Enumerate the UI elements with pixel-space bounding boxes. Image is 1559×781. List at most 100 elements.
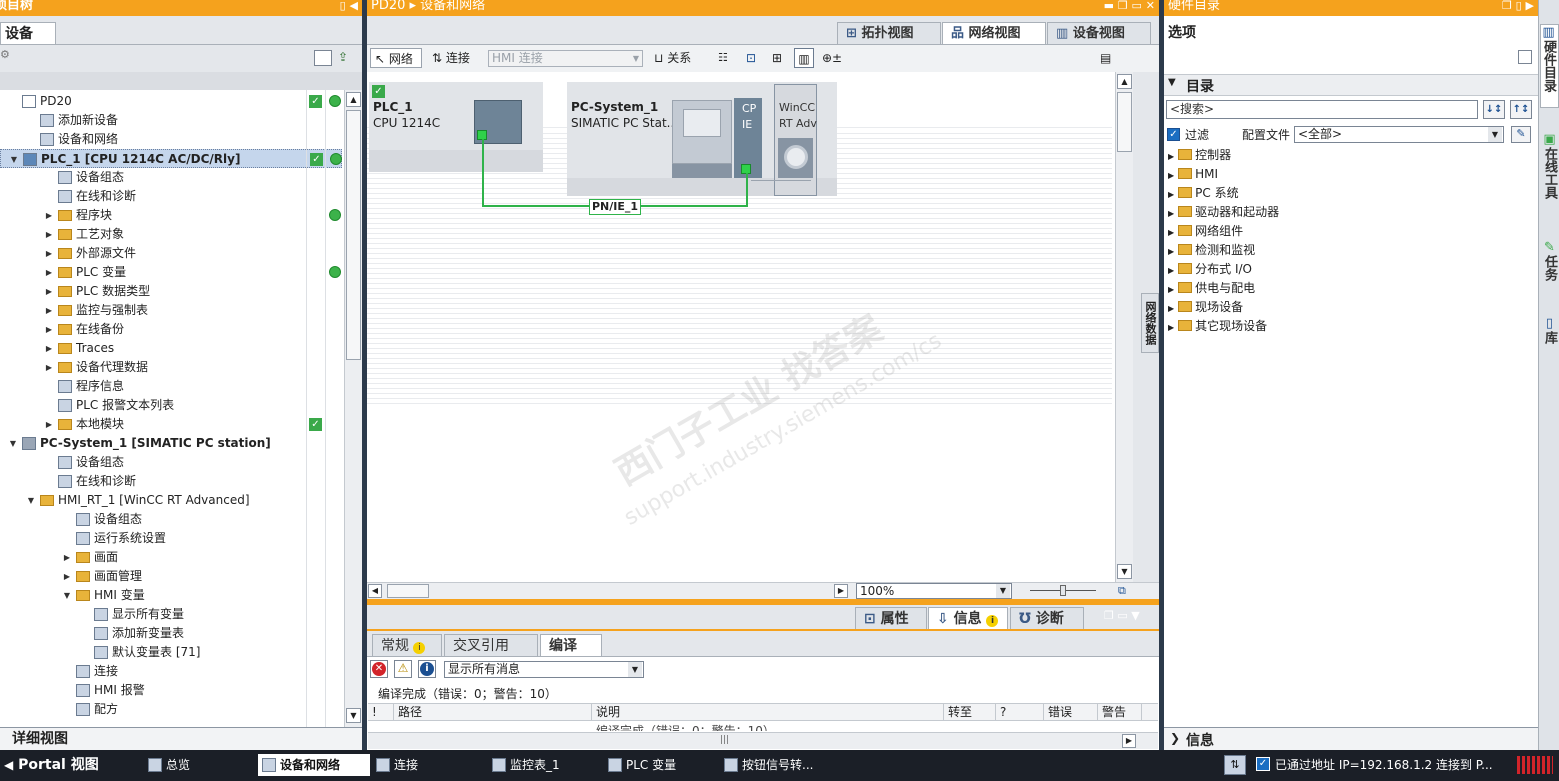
tree-row[interactable]: HMI 报警 [0,681,342,700]
col-path[interactable]: 路径 [394,704,592,721]
expand-arrow-icon[interactable]: ▶ [1168,266,1174,275]
expand-arrow-icon[interactable]: ▶ [44,358,54,377]
expand-arrow-icon[interactable]: ▶ [62,548,72,567]
taskbar-item[interactable]: 连接 [372,754,484,776]
expand-arrow-icon[interactable]: ▶ [1168,190,1174,199]
collapse-arrow-icon[interactable]: ▼ [62,586,72,605]
errors-filter-button[interactable]: ✕ [370,660,388,678]
catalog-item[interactable]: ▶ 检测和监视 [1168,241,1255,260]
taskbar-item[interactable]: PLC 变量 [604,754,716,776]
window-controls-icon[interactable]: ▬ ❐ ▭ ✕ [1104,0,1155,12]
catalog-item[interactable]: ▶ HMI [1168,165,1218,184]
expand-arrow-icon[interactable]: ▶ [44,225,54,244]
expand-arrow-icon[interactable]: ▶ [44,339,54,358]
catalog-section-header[interactable]: ▼ 目录 [1164,74,1538,96]
tree-row[interactable]: ▶ 画面 [0,548,342,567]
network-button[interactable]: ↖ 网络 [370,48,422,68]
tree-row[interactable]: 设备和网络 [0,130,342,149]
expand-arrow-icon[interactable]: ▶ [1168,323,1174,332]
tree-row[interactable]: ▶ PLC 数据类型 [0,282,342,301]
devices-tab[interactable]: 设备 [0,22,56,44]
network-canvas[interactable]: ✓ PLC_1 CPU 1214C PC-System_1 SIMATIC PC… [367,72,1115,582]
expand-arrow-icon[interactable]: ▶ [1168,152,1174,161]
compile-subtab[interactable]: 编译 [540,634,602,656]
canvas-scroll-up-icon[interactable]: ▲ [1117,74,1132,89]
col-errors[interactable]: 错误 [1044,704,1098,721]
filter-checkbox[interactable]: ✓ [1167,128,1180,141]
tree-row[interactable]: 程序信息 [0,377,342,396]
tree-row[interactable]: 在线和诊断 [0,187,342,206]
info-section-header[interactable]: ❯ 信息 [1164,727,1538,750]
tree-row[interactable]: 设备组态 [0,168,342,187]
tree-row[interactable]: 在线和诊断 [0,472,342,491]
canvas-hscroll-thumb[interactable] [387,584,429,598]
col-description[interactable]: 说明 [592,704,944,721]
address-icon[interactable]: ⊡ [746,48,764,68]
catalog-item[interactable]: ▶ PC 系统 [1168,184,1239,203]
tree-row[interactable]: 连接 [0,662,342,681]
table-view-icon[interactable] [314,50,332,66]
properties-tab[interactable]: ⊡ 属性 [855,607,927,629]
taskbar-item[interactable]: 按钮信号转... [720,754,832,776]
settings-gear-icon[interactable]: ⚙ [0,48,14,64]
tasks-side-tab[interactable]: ✎任务 [1540,240,1559,296]
inspector-window-controls-icon[interactable]: ❐ ▭ ▼ [1104,609,1140,622]
col-icon[interactable]: ! [368,704,394,721]
expand-arrow-icon[interactable]: ▶ [44,320,54,339]
zoom-slider-handle[interactable] [1060,585,1066,596]
tree-row[interactable]: ▶ 外部源文件 [0,244,342,263]
catalog-search-input[interactable]: <搜索> [1166,100,1478,119]
options-toggle-icon[interactable] [1518,50,1532,64]
connection-status[interactable]: 已通过地址 IP=192.168.1.2 连接到 P... [1275,754,1493,776]
options-header[interactable]: 选项 [1168,22,1196,42]
tree-row[interactable]: ▶ 画面管理 [0,567,342,586]
tree-row[interactable]: ▶ PLC 变量 [0,263,342,282]
expand-arrow-icon[interactable]: ▶ [1168,304,1174,313]
overview-icon[interactable]: ▤ [1100,48,1120,68]
tree-row[interactable]: 添加新变量表 [0,624,342,643]
cross-reference-subtab[interactable]: 交叉引用 [444,634,538,656]
libraries-side-tab[interactable]: ▯库 [1540,316,1559,356]
catalog-item[interactable]: ▶ 驱动器和起动器 [1168,203,1279,222]
tree-row[interactable]: ▼ HMI_RT_1 [WinCC RT Advanced] [0,491,342,510]
expand-arrow-icon[interactable]: ▶ [1168,247,1174,256]
connection-type-select[interactable]: HMI 连接 ▼ [488,50,643,67]
tree-row[interactable]: ▶ 设备代理数据 [0,358,342,377]
col-goto[interactable]: 转至 [944,704,996,721]
catalog-item[interactable]: ▶ 网络组件 [1168,222,1243,241]
canvas-vscroll-thumb[interactable] [1117,92,1132,152]
tree-row[interactable]: 默认变量表 [71] [0,643,342,662]
table-toggle-icon[interactable]: ▥ [794,48,814,68]
tree-row[interactable]: 配方 [0,700,342,719]
tree-row[interactable]: ▶ 监控与强制表 [0,301,342,320]
expand-arrow-icon[interactable]: ▶ [44,282,54,301]
relations-button[interactable]: ⊔ 关系 [654,48,706,68]
online-tools-side-tab[interactable]: ▣在线工具 [1540,132,1559,218]
tree-row[interactable]: 设备组态 [0,453,342,472]
canvas-scroll-down-icon[interactable]: ▼ [1117,564,1132,579]
name-icon[interactable]: ☷ [718,48,736,68]
tree-row[interactable]: ▶ 本地模块 ✓ [0,415,342,434]
col-warnings[interactable]: 警告 [1098,704,1142,721]
tree-row[interactable]: ▶ 工艺对象 [0,225,342,244]
collapse-panel-icon[interactable]: ▯ ◀ [340,0,358,12]
canvas-scroll-left-icon[interactable]: ◀ [368,584,382,598]
collapse-arrow-icon[interactable]: ▼ [9,150,19,169]
navigator-icon[interactable]: ⧉ [1118,584,1132,598]
message-filter-select[interactable]: 显示所有消息 ▼ [444,661,644,678]
portal-view-button[interactable]: ◀ Portal 视图 [4,754,138,776]
warning-icon[interactable]: ⚠ [394,660,412,678]
general-subtab[interactable]: 常规 i [372,634,442,656]
catalog-item[interactable]: ▶ 分布式 I/O [1168,260,1252,279]
zoom-icon[interactable]: ⊕± [822,48,852,68]
tree-row[interactable]: 运行系统设置 [0,529,342,548]
canvas-vscrollbar[interactable]: ▲ ▼ [1115,72,1133,582]
inspector-scroll-right-icon[interactable]: ▶ [1122,734,1136,748]
profile-edit-icon[interactable]: ✎ [1511,126,1531,143]
scroll-down-icon[interactable]: ▼ [346,708,361,723]
tree-scrollbar[interactable]: ▲ ▼ [344,90,362,727]
expand-arrow-icon[interactable]: ▶ [44,415,54,434]
tree-row[interactable]: ▼ PC-System_1 [SIMATIC PC station] [0,434,342,453]
network-label[interactable]: PN/IE_1 [589,199,641,215]
scroll-thumb[interactable] [346,110,361,360]
